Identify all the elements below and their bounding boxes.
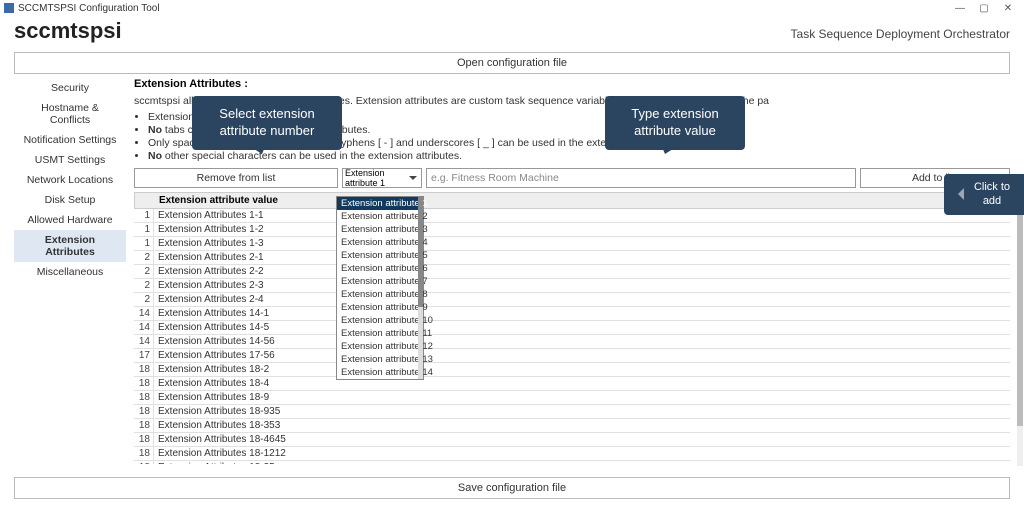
table-row[interactable]: 18Extension Attributes 18-4645 — [134, 433, 1010, 447]
sidebar-item[interactable]: Security — [14, 78, 126, 98]
table-row[interactable]: 1Extension Attributes 1-2 — [134, 223, 1010, 237]
table-row[interactable]: 14Extension Attributes 14-5 — [134, 321, 1010, 335]
table-row[interactable]: 2Extension Attributes 2-2 — [134, 265, 1010, 279]
dropdown-item[interactable]: Extension attribute 9 — [337, 301, 423, 314]
app-icon — [4, 3, 14, 13]
sidebar-item[interactable]: Network Locations — [14, 170, 126, 190]
dropdown-item[interactable]: Extension attribute 13 — [337, 353, 423, 366]
table-row[interactable]: 14Extension Attributes 14-1 — [134, 307, 1010, 321]
sidebar: SecurityHostname & ConflictsNotification… — [14, 78, 126, 464]
minimize-button[interactable]: — — [948, 3, 972, 14]
controls-row: Remove from list Extension attribute 1 e… — [134, 168, 1010, 188]
dropdown-item[interactable]: Extension attribute 2 — [337, 210, 423, 223]
table-row[interactable]: 1Extension Attributes 1-3 — [134, 237, 1010, 251]
table-row[interactable]: 18Extension Attributes 18-935 — [134, 405, 1010, 419]
attributes-table: Extension attribute value 1Extension Att… — [134, 192, 1010, 464]
app-subtitle: Task Sequence Deployment Orchestrator — [791, 27, 1010, 41]
rule-item: No other special characters can be used … — [148, 150, 1010, 162]
app-title: sccmtspsi — [14, 18, 122, 44]
dropdown-item[interactable]: Extension attribute 8 — [337, 288, 423, 301]
sidebar-item[interactable]: Allowed Hardware — [14, 210, 126, 230]
dropdown-item[interactable]: Extension attribute 14 — [337, 366, 423, 379]
table-row[interactable]: 2Extension Attributes 2-3 — [134, 279, 1010, 293]
open-config-button[interactable]: Open configuration file — [14, 52, 1010, 74]
sidebar-item[interactable]: Hostname & Conflicts — [14, 98, 126, 130]
dropdown-item[interactable]: Extension attribute 7 — [337, 275, 423, 288]
maximize-button[interactable]: ▢ — [972, 3, 996, 14]
table-row[interactable]: 17Extension Attributes 17-56 — [134, 349, 1010, 363]
titlebar: SCCMTSPSI Configuration Tool — ▢ ✕ — [0, 0, 1024, 16]
attribute-dropdown[interactable]: Extension attribute 1Extension attribute… — [336, 196, 424, 380]
dropdown-scrollbar[interactable] — [418, 197, 423, 379]
dropdown-item[interactable]: Extension attribute 4 — [337, 236, 423, 249]
remove-button[interactable]: Remove from list — [134, 168, 338, 188]
table-row[interactable]: 18Extension Attributes 18-4 — [134, 377, 1010, 391]
arrow-left-icon — [952, 188, 964, 200]
callout-select: Select extension attribute number — [192, 96, 342, 150]
callout-type: Type extension attribute value — [605, 96, 745, 150]
dropdown-item[interactable]: Extension attribute 10 — [337, 314, 423, 327]
dropdown-item[interactable]: Extension attribute 6 — [337, 262, 423, 275]
col-header-value: Extension attribute value — [155, 193, 1009, 208]
dropdown-item[interactable]: Extension attribute 5 — [337, 249, 423, 262]
col-header-num — [135, 193, 155, 208]
table-row[interactable]: 2Extension Attributes 2-4 — [134, 293, 1010, 307]
sidebar-item[interactable]: Notification Settings — [14, 130, 126, 150]
scrollbar[interactable] — [1017, 196, 1023, 466]
table-row[interactable]: 2Extension Attributes 2-1 — [134, 251, 1010, 265]
table-row[interactable]: 14Extension Attributes 14-56 — [134, 335, 1010, 349]
save-config-button[interactable]: Save configuration file — [14, 477, 1010, 499]
attribute-select[interactable]: Extension attribute 1 — [342, 168, 422, 188]
table-row[interactable]: 18Extension Attributes 18-2 — [134, 363, 1010, 377]
sidebar-item[interactable]: Miscellaneous — [14, 262, 126, 282]
table-row[interactable]: 18Extension Attributes 18-353 — [134, 419, 1010, 433]
table-row[interactable]: 18Extension Attributes 18-9 — [134, 391, 1010, 405]
window-title: SCCMTSPSI Configuration Tool — [18, 3, 160, 14]
attribute-value-input[interactable]: e.g. Fitness Room Machine — [426, 168, 856, 188]
callout-add: Click to add — [944, 174, 1024, 215]
dropdown-item[interactable]: Extension attribute 3 — [337, 223, 423, 236]
scrollbar-thumb[interactable] — [1017, 196, 1023, 426]
table-row[interactable]: 1Extension Attributes 1-1 — [134, 209, 1010, 223]
sidebar-item[interactable]: USMT Settings — [14, 150, 126, 170]
sidebar-item[interactable]: Disk Setup — [14, 190, 126, 210]
dropdown-item[interactable]: Extension attribute 11 — [337, 327, 423, 340]
section-heading: Extension Attributes : — [134, 78, 1010, 90]
table-row[interactable]: 18Extension Attributes 18-1212 — [134, 447, 1010, 461]
dropdown-item[interactable]: Extension attribute 12 — [337, 340, 423, 353]
sidebar-item[interactable]: Extension Attributes — [14, 230, 126, 262]
header: sccmtspsi Task Sequence Deployment Orche… — [0, 16, 1024, 48]
table-row[interactable]: 18Extension Attributes 18-35 — [134, 461, 1010, 464]
dropdown-item[interactable]: Extension attribute 1 — [337, 197, 423, 210]
close-button[interactable]: ✕ — [996, 3, 1020, 14]
